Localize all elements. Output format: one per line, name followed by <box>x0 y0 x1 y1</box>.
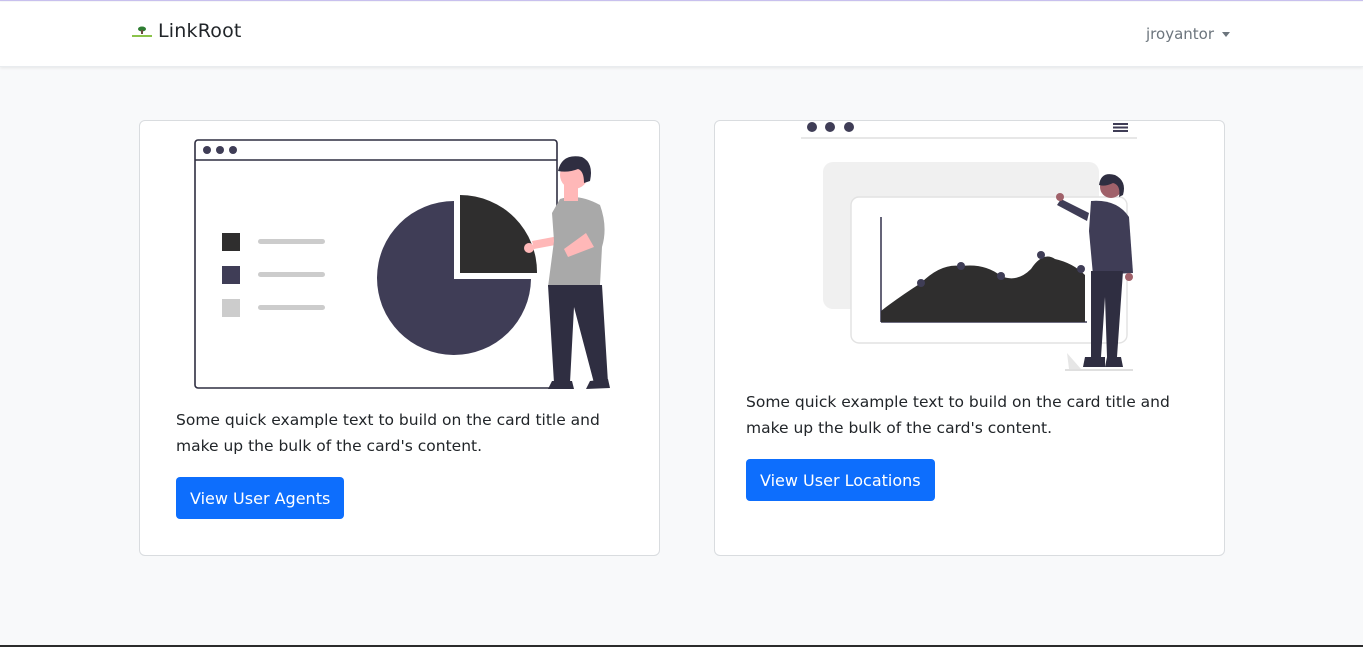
user-agents-card: Some quick example text to build on the … <box>139 120 660 556</box>
view-user-agents-button[interactable]: View User Agents <box>176 477 345 519</box>
username-label: jroyantor <box>1146 25 1214 43</box>
card-text: Some quick example text to build on the … <box>746 393 1170 437</box>
user-locations-card: Some quick example text to build on the … <box>714 120 1225 556</box>
caret-down-icon <box>1222 32 1230 37</box>
view-user-locations-button[interactable]: View User Locations <box>746 459 935 501</box>
top-navbar: LinkRoot jroyantor <box>0 2 1363 67</box>
brand-logo-icon <box>132 26 152 37</box>
card-text: Some quick example text to build on the … <box>176 411 600 455</box>
area-chart-illustration <box>801 122 1137 371</box>
brand-link[interactable]: LinkRoot <box>130 20 242 42</box>
pie-chart-illustration <box>194 139 610 389</box>
brand-name: LinkRoot <box>158 20 242 42</box>
user-dropdown-toggle[interactable]: jroyantor <box>1146 25 1230 43</box>
